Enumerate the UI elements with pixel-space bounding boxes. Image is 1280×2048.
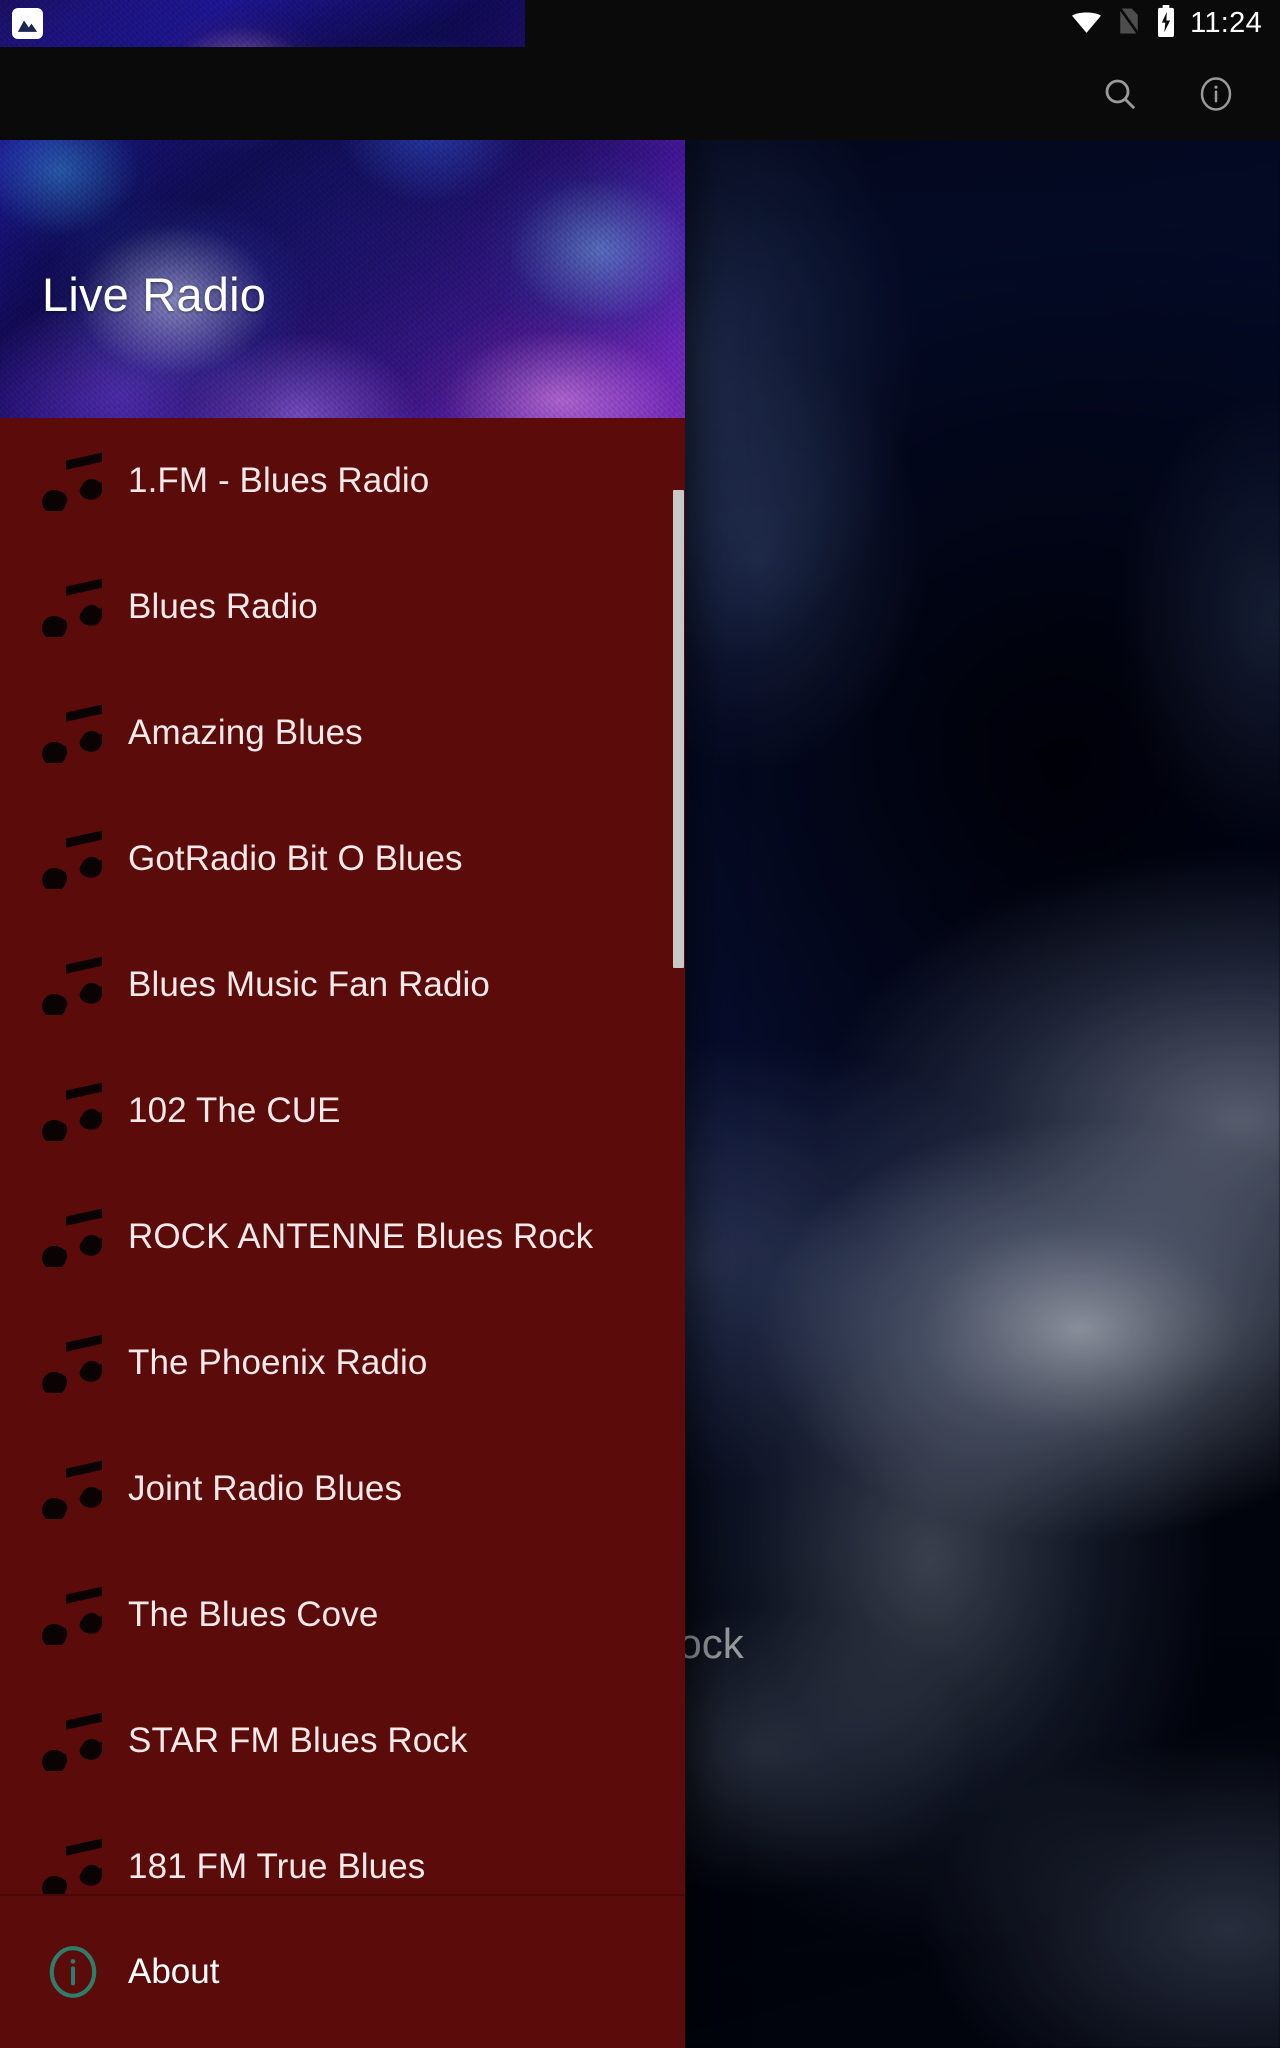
music-note-icon: [42, 703, 128, 763]
list-item-label: 181 FM True Blues: [128, 1847, 426, 1886]
list-item-label: The Blues Cove: [128, 1595, 379, 1634]
app-bar: [0, 47, 1280, 140]
list-item[interactable]: Blues Radio: [0, 544, 685, 670]
music-note-icon: [42, 1333, 128, 1393]
no-sim-icon: [1116, 6, 1142, 41]
photo-image-icon: [12, 8, 43, 39]
list-item[interactable]: 181 FM True Blues: [0, 1804, 685, 1894]
music-note-icon: [42, 1459, 128, 1519]
music-note-icon: [42, 829, 128, 889]
list-item[interactable]: ROCK ANTENNE Blues Rock: [0, 1174, 685, 1300]
music-note-icon: [42, 1081, 128, 1141]
info-circle-icon: [42, 1941, 128, 2003]
station-list[interactable]: 1.FM - Blues Radio Blues Radio Amazing B…: [0, 418, 685, 1894]
info-circle-icon[interactable]: [1192, 70, 1240, 118]
status-bar: 11:24: [0, 0, 1280, 47]
sidebar-item-label: About: [128, 1952, 220, 1991]
list-item-label: 102 The CUE: [128, 1091, 341, 1130]
list-item-label: Blues Music Fan Radio: [128, 965, 490, 1004]
wifi-icon: [1070, 7, 1103, 40]
list-item-label: STAR FM Blues Rock: [128, 1721, 468, 1760]
list-item-label: The Phoenix Radio: [128, 1343, 428, 1382]
list-item[interactable]: Joint Radio Blues: [0, 1426, 685, 1552]
music-note-icon: [42, 1711, 128, 1771]
phone-screen: Rock 11:24 Live Radio 1.FM - Blues Radio…: [0, 0, 1280, 2048]
music-note-icon: [42, 1207, 128, 1267]
list-item-label: Blues Radio: [128, 587, 318, 626]
status-bar-notifications: [12, 8, 1070, 39]
list-item-label: 1.FM - Blues Radio: [128, 461, 430, 500]
list-item[interactable]: The Phoenix Radio: [0, 1300, 685, 1426]
music-note-icon: [42, 577, 128, 637]
list-item[interactable]: Blues Music Fan Radio: [0, 922, 685, 1048]
list-item[interactable]: STAR FM Blues Rock: [0, 1678, 685, 1804]
drawer-header-title: Live Radio: [42, 268, 267, 321]
navigation-drawer: Live Radio 1.FM - Blues Radio Blues Radi…: [0, 0, 685, 2048]
music-note-icon: [42, 955, 128, 1015]
list-item-label: Joint Radio Blues: [128, 1469, 403, 1508]
music-note-icon: [42, 1837, 128, 1894]
status-bar-clock: 11:24: [1190, 7, 1262, 39]
list-item[interactable]: GotRadio Bit O Blues: [0, 796, 685, 922]
drawer-scrollbar[interactable]: [673, 490, 684, 968]
list-item[interactable]: 1.FM - Blues Radio: [0, 418, 685, 544]
list-item-label: Amazing Blues: [128, 713, 363, 752]
list-item[interactable]: 102 The CUE: [0, 1048, 685, 1174]
status-bar-indicators: 11:24: [1070, 5, 1262, 42]
list-item-label: ROCK ANTENNE Blues Rock: [128, 1217, 594, 1256]
list-item-label: GotRadio Bit O Blues: [128, 839, 463, 878]
battery-charging-icon: [1155, 5, 1177, 42]
music-note-icon: [42, 451, 128, 511]
search-icon[interactable]: [1096, 70, 1144, 118]
list-item[interactable]: The Blues Cove: [0, 1552, 685, 1678]
music-note-icon: [42, 1585, 128, 1645]
sidebar-item-about[interactable]: About: [0, 1896, 685, 2048]
list-item[interactable]: Amazing Blues: [0, 670, 685, 796]
